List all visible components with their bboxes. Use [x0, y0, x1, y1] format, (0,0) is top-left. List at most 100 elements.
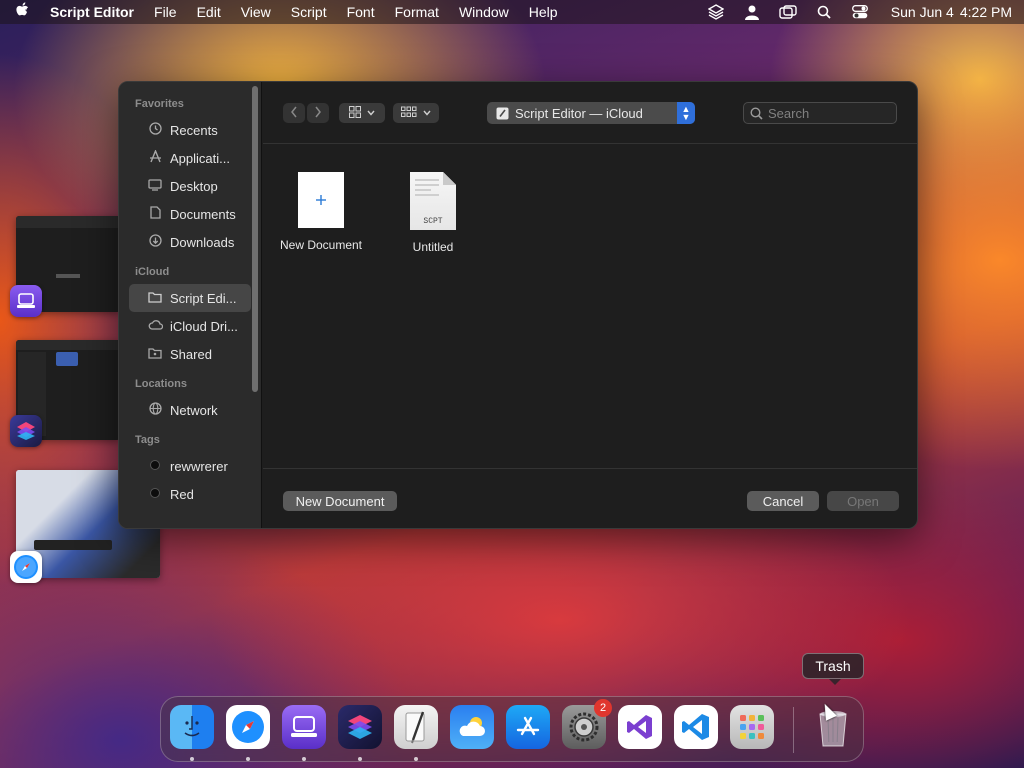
apple-configurator-icon[interactable] — [282, 705, 326, 749]
sidebar-item-label: Red — [170, 486, 194, 502]
sidebar-item-label: Script Edi... — [170, 290, 237, 306]
finder-icon[interactable] — [170, 705, 214, 749]
menu-app-name[interactable]: Script Editor — [50, 4, 134, 20]
script-folder-icon — [496, 107, 509, 120]
apple-menu-icon[interactable] — [12, 1, 32, 23]
shortcuts-app-icon[interactable] — [10, 415, 42, 447]
shortcuts-icon[interactable] — [338, 705, 382, 749]
sidebar: Favorites Recents Applicati... Desktop D… — [119, 82, 262, 528]
menu-bar: Script Editor File Edit View Script Font… — [0, 0, 1024, 24]
safari-icon[interactable] — [226, 705, 270, 749]
launchpad-icon[interactable] — [730, 705, 774, 749]
forward-button[interactable] — [307, 103, 329, 123]
plus-icon — [298, 172, 344, 228]
layers-icon[interactable] — [707, 4, 725, 20]
group-grid-icon — [401, 106, 417, 121]
sidebar-item-label: rewwrerer — [170, 458, 228, 474]
screen-mirroring-icon[interactable] — [779, 4, 797, 20]
sidebar-item-downloads[interactable]: Downloads — [129, 228, 251, 256]
menu-window[interactable]: Window — [459, 4, 509, 20]
user-icon[interactable] — [743, 4, 761, 20]
tags-heading: Tags — [135, 434, 160, 446]
dock: 2 — [160, 696, 864, 762]
sidebar-item-applications[interactable]: Applicati... — [129, 144, 251, 172]
new-document-button[interactable]: New Document — [283, 491, 397, 511]
chevron-down-icon — [367, 107, 375, 119]
menu-file[interactable]: File — [154, 4, 177, 20]
dock-separator — [793, 707, 794, 753]
tag-dot-icon — [147, 487, 163, 501]
sidebar-item-label: Shared — [170, 346, 212, 362]
running-indicator — [414, 757, 418, 761]
sidebar-item-recents[interactable]: Recents — [129, 116, 251, 144]
script-editor-icon[interactable] — [394, 705, 438, 749]
file-browser: Script Editor — iCloud ▲▼ New Document S… — [263, 82, 917, 528]
file-item-new-document[interactable]: New Document — [266, 172, 376, 252]
system-settings-icon[interactable]: 2 — [562, 699, 612, 749]
cloud-icon — [147, 319, 163, 333]
sidebar-item-icloud-drive[interactable]: iCloud Dri... — [129, 312, 251, 340]
locations-heading: Locations — [135, 378, 187, 390]
sidebar-item-network[interactable]: Network — [129, 396, 251, 424]
view-mode-button[interactable] — [339, 103, 385, 123]
sidebar-item-label: Desktop — [170, 178, 218, 194]
sidebar-item-script-editor[interactable]: Script Edi... — [129, 284, 251, 312]
globe-icon — [147, 402, 163, 418]
sidebar-item-documents[interactable]: Documents — [129, 200, 251, 228]
applications-icon — [147, 149, 163, 166]
favorites-heading: Favorites — [135, 98, 184, 110]
sidebar-scrollbar[interactable] — [252, 86, 258, 392]
menu-script[interactable]: Script — [291, 4, 327, 20]
sidebar-item-tag[interactable]: Red — [129, 480, 251, 508]
download-icon — [147, 234, 163, 250]
menu-view[interactable]: View — [241, 4, 271, 20]
search-input[interactable] — [768, 105, 888, 121]
sidebar-item-desktop[interactable]: Desktop — [129, 172, 251, 200]
control-center-icon[interactable] — [851, 4, 869, 20]
chevron-down-icon — [423, 107, 431, 119]
open-button[interactable]: Open — [827, 491, 899, 511]
dialog-footer: New Document Cancel Open — [263, 468, 917, 528]
location-popup[interactable]: Script Editor — iCloud ▲ ▼ — [487, 102, 695, 124]
file-label: Untitled — [412, 240, 454, 254]
sidebar-item-label: Network — [170, 402, 218, 418]
file-type-badge: SCPT — [423, 217, 443, 226]
weather-icon[interactable] — [450, 705, 494, 749]
chevron-left-icon — [290, 106, 298, 121]
safari-app-icon[interactable] — [10, 551, 42, 583]
back-button[interactable] — [283, 103, 305, 123]
running-indicator — [246, 757, 250, 761]
search-field[interactable] — [743, 102, 897, 124]
running-indicator — [358, 757, 362, 761]
menu-edit[interactable]: Edit — [197, 4, 221, 20]
dock-tooltip: Trash — [802, 653, 864, 685]
app-store-icon[interactable] — [506, 705, 550, 749]
visual-studio-icon[interactable] — [618, 705, 662, 749]
sidebar-item-shared[interactable]: Shared — [129, 340, 251, 368]
file-item-untitled[interactable]: SCPT Untitled — [378, 172, 488, 254]
menu-format[interactable]: Format — [395, 4, 439, 20]
sidebar-item-tag[interactable]: rewwrerer — [129, 452, 251, 480]
menubar-date[interactable]: Sun Jun 4 — [891, 4, 954, 20]
menu-help[interactable]: Help — [529, 4, 558, 20]
search-icon — [750, 106, 763, 120]
menubar-time[interactable]: 4:22 PM — [960, 4, 1012, 20]
clock-icon — [147, 122, 163, 138]
chevron-right-icon — [314, 106, 322, 121]
location-label: Script Editor — iCloud — [515, 105, 643, 121]
apple-configurator-icon[interactable] — [10, 285, 42, 317]
grid-icon — [349, 105, 361, 121]
cancel-button[interactable]: Cancel — [747, 491, 819, 511]
menu-font[interactable]: Font — [347, 4, 375, 20]
vscode-icon[interactable] — [674, 705, 718, 749]
group-button[interactable] — [393, 103, 439, 123]
icloud-heading: iCloud — [135, 266, 170, 278]
search-icon[interactable] — [815, 4, 833, 20]
dialog-toolbar: Script Editor — iCloud ▲ ▼ — [263, 82, 917, 144]
shared-folder-icon — [147, 347, 163, 362]
sidebar-item-label: Documents — [170, 206, 236, 222]
running-indicator — [190, 757, 194, 761]
up-down-chevron-icon: ▲ ▼ — [677, 102, 695, 124]
desktop-icon — [147, 178, 163, 194]
document-icon — [147, 206, 163, 222]
